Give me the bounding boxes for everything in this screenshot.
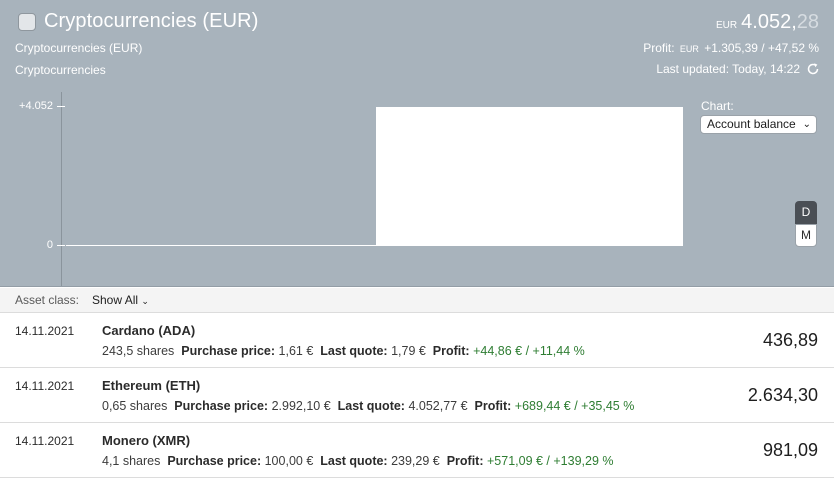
asset-details: 4,1 shares Purchase price: 100,00 € Last… bbox=[102, 454, 614, 468]
period-month-button[interactable]: M bbox=[795, 224, 817, 247]
asset-profit-label: Profit: bbox=[432, 344, 470, 358]
y-tick-zero bbox=[57, 245, 65, 246]
y-tick-max bbox=[57, 106, 65, 107]
account-subtitle: Cryptocurrencies (EUR) bbox=[15, 41, 143, 55]
last-quote-label: Last quote: bbox=[320, 454, 388, 468]
asset-class-label: Asset class: bbox=[15, 293, 80, 307]
last-quote: 239,29 € bbox=[391, 454, 440, 468]
asset-date: 14.11.2021 bbox=[15, 324, 75, 338]
asset-class-filter: Asset class: Show All ⌄ bbox=[0, 288, 834, 313]
asset-name: Monero (XMR) bbox=[102, 433, 191, 448]
asset-date: 14.11.2021 bbox=[15, 379, 75, 393]
account-header-panel: Cryptocurrencies (EUR) Cryptocurrencies … bbox=[0, 0, 834, 287]
asset-row[interactable]: 14.11.2021 Ethereum (ETH) 0,65 shares Pu… bbox=[0, 368, 834, 423]
account-balance: EUR 4.052,28 bbox=[716, 11, 819, 34]
purchase-price-label: Purchase price: bbox=[167, 454, 262, 468]
asset-value: 981,09 bbox=[762, 440, 818, 460]
asset-profit: +44,86 € / +11,44 % bbox=[473, 344, 585, 358]
asset-row[interactable]: 14.11.2021 Cardano (ADA) 243,5 shares Pu… bbox=[0, 313, 834, 368]
asset-value: 436,89 bbox=[762, 330, 818, 350]
y-tick-label-max: +4.052 bbox=[19, 100, 53, 112]
asset-shares: 4,1 shares bbox=[102, 454, 161, 468]
chart-type-value: Account balance bbox=[707, 117, 796, 131]
asset-details: 0,65 shares Purchase price: 2.992,10 € L… bbox=[102, 399, 634, 413]
asset-shares: 0,65 shares bbox=[102, 399, 168, 413]
chevron-down-icon: ⌄ bbox=[141, 296, 149, 306]
chart-type-select[interactable]: Account balance ⌄ bbox=[700, 115, 817, 134]
asset-profit: +689,44 € / +35,45 % bbox=[514, 399, 635, 413]
profit-currency: EUR bbox=[679, 44, 699, 54]
asset-shares: 243,5 shares bbox=[102, 344, 175, 358]
last-updated-text: Last updated: Today, 14:22 bbox=[656, 62, 800, 76]
account-profit: Profit: EUR +1.305,39 / +47,52 % bbox=[643, 41, 819, 55]
asset-name: Ethereum (ETH) bbox=[102, 378, 201, 393]
purchase-price: 100,00 € bbox=[264, 454, 314, 468]
asset-details: 243,5 shares Purchase price: 1,61 € Last… bbox=[102, 344, 585, 358]
purchase-price-label: Purchase price: bbox=[174, 399, 269, 413]
balance-integer: 4.052, bbox=[741, 11, 797, 33]
title-row: Cryptocurrencies (EUR) bbox=[18, 10, 258, 33]
refresh-icon[interactable] bbox=[806, 62, 820, 76]
asset-class-dropdown[interactable]: Show All ⌄ bbox=[92, 293, 149, 307]
asset-profit-label: Profit: bbox=[446, 454, 484, 468]
account-checkbox[interactable] bbox=[18, 12, 36, 31]
purchase-price-label: Purchase price: bbox=[181, 344, 276, 358]
asset-date: 14.11.2021 bbox=[15, 434, 75, 448]
chart-balance-area bbox=[376, 107, 683, 246]
asset-name: Cardano (ADA) bbox=[102, 323, 196, 338]
asset-profit: +571,09 € / +139,29 % bbox=[487, 454, 614, 468]
last-quote: 1,79 € bbox=[391, 344, 426, 358]
balance-currency: EUR bbox=[716, 20, 738, 31]
chart-label: Chart: bbox=[701, 99, 734, 113]
asset-row[interactable]: 14.11.2021 Monero (XMR) 4,1 shares Purch… bbox=[0, 423, 834, 478]
purchase-price: 2.992,10 € bbox=[271, 399, 331, 413]
last-quote-label: Last quote: bbox=[337, 399, 405, 413]
last-quote-label: Last quote: bbox=[320, 344, 388, 358]
balance-decimal: 28 bbox=[796, 11, 819, 33]
account-title: Cryptocurrencies (EUR) bbox=[44, 10, 259, 32]
chevron-down-icon: ⌄ bbox=[802, 119, 811, 130]
profit-label: Profit: bbox=[643, 41, 675, 55]
purchase-price: 1,61 € bbox=[278, 344, 314, 358]
account-category: Cryptocurrencies bbox=[15, 63, 106, 77]
asset-profit-label: Profit: bbox=[474, 399, 512, 413]
period-day-button[interactable]: D bbox=[795, 201, 817, 224]
last-updated: Last updated: Today, 14:22 bbox=[656, 62, 820, 76]
last-quote: 4.052,77 € bbox=[408, 399, 468, 413]
profit-value: +1.305,39 / +47,52 % bbox=[704, 41, 819, 55]
y-tick-label-zero: 0 bbox=[46, 239, 53, 251]
asset-class-value: Show All bbox=[92, 293, 139, 307]
chart-y-axis bbox=[61, 92, 62, 286]
asset-value: 2.634,30 bbox=[747, 385, 818, 405]
zero-series-line bbox=[66, 245, 376, 246]
